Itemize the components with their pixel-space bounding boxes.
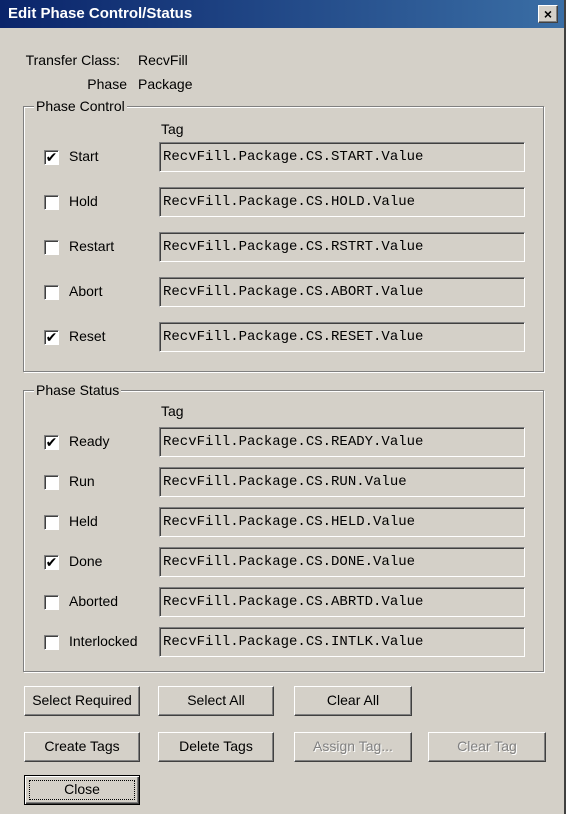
run-label[interactable]: Run: [69, 473, 95, 489]
clear-all-button[interactable]: Clear All: [294, 686, 412, 716]
close-icon[interactable]: ×: [538, 5, 558, 23]
start-tag-field[interactable]: RecvFill.Package.CS.START.Value: [159, 142, 525, 172]
aborted-tag-field[interactable]: RecvFill.Package.CS.ABRTD.Value: [159, 587, 525, 617]
ready-tag-field[interactable]: RecvFill.Package.CS.READY.Value: [159, 427, 525, 457]
tag-row-interlocked: Interlocked RecvFill.Package.CS.INTLK.Val…: [24, 627, 543, 657]
reset-checkbox[interactable]: ✔: [44, 330, 59, 345]
checkmark-icon: ✔: [45, 554, 58, 570]
tag-row-reset: ✔ Reset RecvFill.Package.CS.RESET.Value: [24, 322, 543, 352]
held-checkbox[interactable]: [44, 515, 59, 530]
hold-checkbox[interactable]: [44, 195, 59, 210]
done-checkbox[interactable]: ✔: [44, 555, 59, 570]
interlocked-checkbox[interactable]: [44, 635, 59, 650]
close-button-label: Close: [64, 781, 100, 797]
tag-row-start: ✔ Start RecvFill.Package.CS.START.Value: [24, 142, 543, 172]
interlocked-tag-field[interactable]: RecvFill.Package.CS.INTLK.Value: [159, 627, 525, 657]
start-checkbox[interactable]: ✔: [44, 150, 59, 165]
transfer-class-row: Transfer Class: RecvFill: [0, 52, 300, 70]
phase-control-tag-header: Tag: [161, 121, 184, 137]
run-tag-field[interactable]: RecvFill.Package.CS.RUN.Value: [159, 467, 525, 497]
checkmark-icon: ✔: [45, 149, 58, 165]
checkmark-icon: ✔: [45, 329, 58, 345]
hold-tag-field[interactable]: RecvFill.Package.CS.HOLD.Value: [159, 187, 525, 217]
phase-value: Package: [138, 76, 193, 92]
phase-status-group: Phase Status Tag ✔ Ready RecvFill.Package.…: [23, 382, 544, 672]
restart-checkbox[interactable]: [44, 240, 59, 255]
clear-tag-button[interactable]: Clear Tag: [428, 732, 546, 762]
close-button[interactable]: Close: [24, 775, 140, 805]
delete-tags-button[interactable]: Delete Tags: [158, 732, 274, 762]
phase-control-title: Phase Control: [34, 98, 127, 114]
tag-row-done: ✔ Done RecvFill.Package.CS.DONE.Value: [24, 547, 543, 577]
abort-label[interactable]: Abort: [69, 283, 102, 299]
hold-label[interactable]: Hold: [69, 193, 98, 209]
reset-tag-field[interactable]: RecvFill.Package.CS.RESET.Value: [159, 322, 525, 352]
tag-row-abort: Abort RecvFill.Package.CS.ABORT.Value: [24, 277, 543, 307]
interlocked-label[interactable]: Interlocked: [69, 633, 137, 649]
title-bar: Edit Phase Control/Status ×: [0, 0, 564, 28]
start-label[interactable]: Start: [69, 148, 99, 164]
phase-status-tag-header: Tag: [161, 403, 184, 419]
tag-row-held: Held RecvFill.Package.CS.HELD.Value: [24, 507, 543, 537]
held-tag-field[interactable]: RecvFill.Package.CS.HELD.Value: [159, 507, 525, 537]
phase-status-title: Phase Status: [34, 382, 122, 398]
phase-row: Phase Package: [0, 76, 300, 94]
phase-label: Phase: [87, 76, 127, 92]
tag-row-run: Run RecvFill.Package.CS.RUN.Value: [24, 467, 543, 497]
tag-row-aborted: Aborted RecvFill.Package.CS.ABRTD.Value: [24, 587, 543, 617]
done-tag-field[interactable]: RecvFill.Package.CS.DONE.Value: [159, 547, 525, 577]
select-required-button[interactable]: Select Required: [24, 686, 140, 716]
select-all-button[interactable]: Select All: [158, 686, 274, 716]
abort-tag-field[interactable]: RecvFill.Package.CS.ABORT.Value: [159, 277, 525, 307]
tag-row-ready: ✔ Ready RecvFill.Package.CS.READY.Value: [24, 427, 543, 457]
aborted-label[interactable]: Aborted: [69, 593, 118, 609]
ready-label[interactable]: Ready: [69, 433, 109, 449]
reset-label[interactable]: Reset: [69, 328, 106, 344]
create-tags-button[interactable]: Create Tags: [24, 732, 140, 762]
ready-checkbox[interactable]: ✔: [44, 435, 59, 450]
done-label[interactable]: Done: [69, 553, 102, 569]
dialog-window: Edit Phase Control/Status × Transfer Cla…: [0, 0, 566, 814]
held-label[interactable]: Held: [69, 513, 98, 529]
aborted-checkbox[interactable]: [44, 595, 59, 610]
tag-row-hold: Hold RecvFill.Package.CS.HOLD.Value: [24, 187, 543, 217]
window-title: Edit Phase Control/Status: [8, 5, 193, 22]
checkmark-icon: ✔: [45, 434, 58, 450]
run-checkbox[interactable]: [44, 475, 59, 490]
restart-label[interactable]: Restart: [69, 238, 114, 254]
abort-checkbox[interactable]: [44, 285, 59, 300]
transfer-class-label: Transfer Class:: [25, 52, 120, 68]
tag-row-restart: Restart RecvFill.Package.CS.RSTRT.Value: [24, 232, 543, 262]
restart-tag-field[interactable]: RecvFill.Package.CS.RSTRT.Value: [159, 232, 525, 262]
phase-control-group: Phase Control Tag ✔ Start RecvFill.Package…: [23, 98, 544, 372]
assign-tag-button[interactable]: Assign Tag...: [294, 732, 412, 762]
transfer-class-value: RecvFill: [138, 52, 188, 68]
